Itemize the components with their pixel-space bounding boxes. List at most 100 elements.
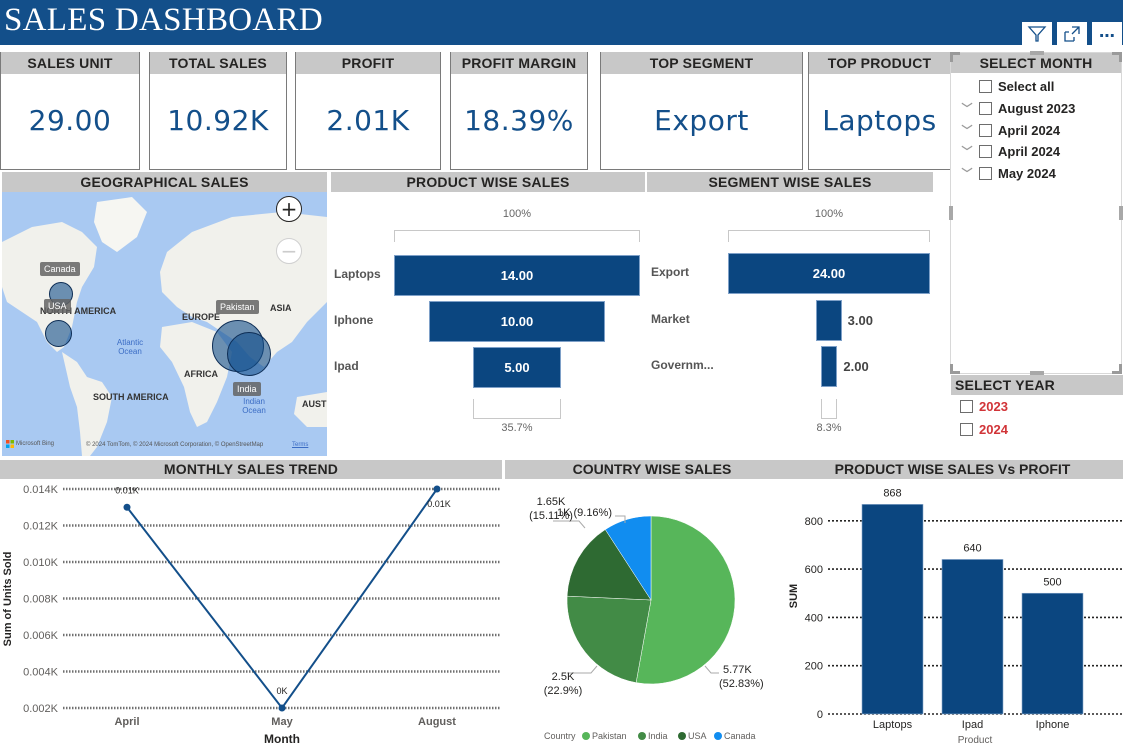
legend-item-pakistan[interactable]: Pakistan: [592, 731, 627, 741]
slicer-item[interactable]: ﹀ May 2024: [959, 165, 1056, 181]
ocean-label: Indian Ocean: [242, 397, 266, 415]
funnel-category-label: Governm...: [651, 358, 714, 372]
y-tick-label: 0.006K: [23, 630, 59, 642]
data-point[interactable]: [123, 503, 131, 511]
bar-laptops[interactable]: [861, 504, 924, 715]
slicer-item[interactable]: 2023: [960, 399, 1008, 414]
funnel-top-bracket: [394, 230, 640, 242]
legend-item-canada[interactable]: Canada: [724, 731, 756, 741]
map-bubble-usa[interactable]: [45, 320, 72, 347]
map-terms-link[interactable]: Terms: [292, 442, 308, 448]
slicer-item-label: April 2024: [998, 143, 1061, 159]
legend-marker: [582, 732, 590, 740]
filter-button[interactable]: [1022, 22, 1052, 49]
resize-corner[interactable]: [1112, 364, 1122, 374]
kpi-value: Export: [654, 104, 749, 137]
data-point[interactable]: [278, 704, 286, 712]
funnel-data-label: 5.00: [504, 360, 530, 375]
x-tick-label: August: [418, 716, 456, 728]
funnel-category-label: Ipad: [334, 359, 359, 373]
slicer-item-label: 2023: [979, 399, 1008, 414]
map-zoom-out-button[interactable]: −: [276, 238, 302, 264]
x-tick-label: May: [271, 716, 293, 728]
page-title: SALES DASHBOARD: [4, 2, 323, 38]
y-tick-label: 600: [805, 564, 823, 576]
funnel-bar[interactable]: [820, 346, 838, 387]
kpi-value: 2.01K: [326, 104, 410, 137]
bar-iphone[interactable]: [1021, 592, 1084, 715]
country-sales-pie-chart: 5.77K(52.83%)2.5K(22.9%)1.65K(15.11%)1K …: [529, 496, 764, 741]
x-axis-title: Product: [958, 735, 993, 746]
slicer-item-label: 2024: [979, 422, 1008, 437]
geo-map[interactable]: NORTH AMERICA EUROPE ASIA AFRICA SOUTH A…: [2, 192, 327, 456]
focus-mode-button[interactable]: [1057, 22, 1087, 49]
kpi-top-product: TOP PRODUCT Laptops: [808, 52, 951, 170]
pie-data-label: 5.77K: [723, 664, 752, 676]
minus-icon: −: [280, 239, 298, 263]
product-sales-title: PRODUCT WISE SALES: [331, 172, 645, 192]
year-slicer[interactable]: SELECT YEAR 2023 2024: [951, 375, 1123, 445]
y-tick-label: 0.014K: [23, 484, 59, 496]
resize-handle[interactable]: [1030, 51, 1044, 55]
slicer-item[interactable]: ﹀ August 2023: [959, 100, 1076, 116]
x-tick-label: April: [114, 716, 139, 728]
y-tick-label: 0.002K: [23, 703, 59, 715]
funnel-data-label: 14.00: [500, 268, 534, 283]
bing-logo: Microsoft Bing: [6, 440, 54, 448]
chevron-down-icon[interactable]: ﹀: [959, 143, 975, 159]
slicer-item-label: April 2024: [998, 122, 1061, 138]
continent-label: EUROPE: [182, 312, 221, 322]
checkbox[interactable]: [960, 400, 973, 413]
resize-handle[interactable]: [949, 206, 953, 220]
legend-title: Country: [544, 731, 576, 741]
map-tooltip-canada: Canada: [40, 262, 80, 276]
segment-sales-title: SEGMENT WISE SALES: [647, 172, 933, 192]
checkbox[interactable]: [979, 123, 992, 137]
legend-item-usa[interactable]: USA: [688, 731, 707, 741]
funnel-category-label: Laptops: [334, 267, 381, 281]
resize-corner[interactable]: [950, 364, 960, 374]
legend-item-india[interactable]: India: [648, 731, 668, 741]
checkbox[interactable]: [960, 423, 973, 436]
leader-line: [704, 665, 719, 674]
slicer-item-label: Select all: [998, 79, 1055, 94]
checkbox[interactable]: [979, 80, 992, 93]
resize-corner[interactable]: [950, 52, 960, 62]
funnel-data-label: 24.00: [812, 266, 846, 281]
resize-corner[interactable]: [1112, 52, 1122, 62]
slicer-item-label: August 2023: [998, 100, 1076, 116]
dashboard-header: SALES DASHBOARD: [0, 0, 1123, 45]
kpi-top-segment: TOP SEGMENT Export: [600, 52, 803, 170]
funnel-bar[interactable]: [816, 300, 842, 341]
kpi-profit: PROFIT 2.01K: [295, 52, 441, 170]
y-tick-label: 0.008K: [23, 594, 59, 606]
slicer-title: SELECT MONTH: [951, 53, 1121, 73]
checkbox[interactable]: [979, 144, 992, 158]
month-slicer[interactable]: SELECT MONTH Select all ﹀ August 2023 ﹀ …: [949, 51, 1123, 375]
microsoft-logo-icon: [6, 440, 14, 448]
bar-ipad[interactable]: [941, 559, 1004, 715]
checkbox[interactable]: [979, 166, 992, 180]
more-options-button[interactable]: ⋯: [1092, 22, 1122, 49]
map-copyright: © 2024 TomTom, © 2024 Microsoft Corporat…: [86, 442, 264, 448]
slicer-select-all[interactable]: Select all: [959, 79, 1054, 94]
chevron-down-icon[interactable]: ﹀: [959, 122, 975, 138]
slicer-item[interactable]: 2024: [960, 422, 1008, 437]
chevron-down-icon[interactable]: ﹀: [959, 100, 975, 116]
slicer-item[interactable]: ﹀ April 2024: [959, 143, 1061, 159]
bar-data-label: 640: [963, 542, 981, 554]
chevron-down-icon[interactable]: ﹀: [959, 165, 975, 181]
funnel-bottom-bracket: [820, 399, 838, 419]
data-point[interactable]: [433, 485, 441, 493]
map-bubble-india[interactable]: [227, 332, 271, 376]
pie-slice-india[interactable]: [566, 595, 652, 683]
resize-handle[interactable]: [1119, 206, 1123, 220]
data-label: 0.01K: [427, 499, 451, 509]
map-zoom-in-button[interactable]: +: [276, 196, 302, 222]
kpi-total-sales: TOTAL SALES 10.92K: [149, 52, 287, 170]
slicer-item[interactable]: ﹀ April 2024: [959, 122, 1061, 138]
checkbox[interactable]: [979, 101, 992, 115]
segment-funnel-chart: 100% Export 24.00 Market 3.00 Governm... 2.00…: [647, 192, 937, 442]
kpi-value: 10.92K: [167, 104, 269, 137]
bar-data-label: 500: [1043, 576, 1061, 588]
